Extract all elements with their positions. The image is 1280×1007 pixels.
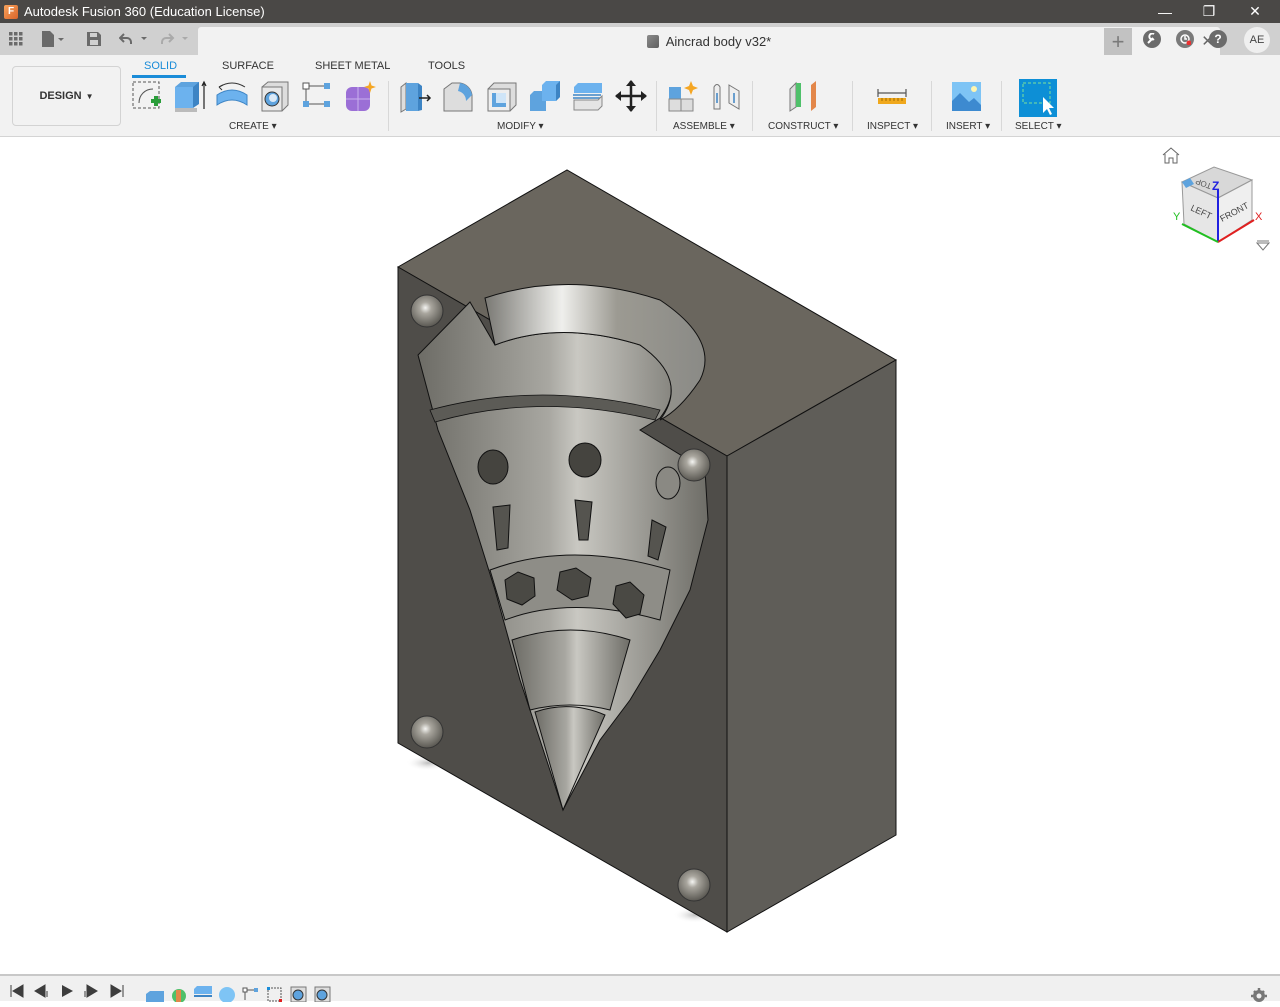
window-title: Autodesk Fusion 360 (Education License)	[24, 4, 265, 19]
fusion-logo-icon: F	[4, 4, 18, 19]
user-avatar[interactable]: AE	[1244, 27, 1270, 53]
construct-menu[interactable]: CONSTRUCT ▾	[768, 121, 838, 132]
tab-bar: Aincrad body v32* ✕	[0, 23, 1280, 55]
apps-grid-icon[interactable]	[9, 29, 23, 49]
round-hole	[568, 442, 602, 478]
joint-button[interactable]	[711, 79, 745, 113]
play-button[interactable]	[60, 984, 74, 1001]
inspect-menu[interactable]: INSPECT ▾	[867, 121, 918, 132]
tab-sheet-metal[interactable]: SHEET METAL	[315, 60, 390, 72]
insert-image-button[interactable]	[950, 79, 984, 113]
design-document-icon	[646, 34, 659, 48]
select-menu[interactable]: SELECT ▾	[1015, 121, 1062, 132]
timeline-hole-icon[interactable]	[314, 984, 332, 1003]
separator	[931, 81, 932, 131]
timeline-split-icon[interactable]	[194, 984, 212, 1002]
new-component-button[interactable]	[667, 79, 701, 113]
z-axis-label: Z	[1212, 179, 1219, 193]
restore-button[interactable]: ❐	[1186, 0, 1232, 23]
undo-icon[interactable]	[119, 29, 149, 49]
extrude-button[interactable]	[173, 79, 207, 113]
alignment-pin	[410, 715, 444, 749]
go-to-end-button[interactable]	[110, 984, 124, 1001]
timeline-sphere-icon[interactable]	[218, 984, 236, 1003]
separator	[656, 81, 657, 131]
timeline-extrude-icon[interactable]	[146, 984, 164, 1002]
timeline-bar	[0, 974, 1280, 1003]
extensions-icon[interactable]	[1143, 30, 1161, 48]
viewcube-menu-icon[interactable]	[1255, 239, 1271, 257]
go-to-start-button[interactable]	[10, 984, 24, 1001]
create-form-button[interactable]	[343, 79, 377, 113]
model-render[interactable]	[0, 138, 1280, 974]
ribbon-toolbar: DESIGN ▼ SOLID SURFACE SHEET METAL TOOLS…	[0, 55, 1280, 137]
y-axis-label: Y	[1173, 211, 1181, 223]
new-tab-button[interactable]: +	[1104, 28, 1132, 55]
move-copy-button[interactable]	[614, 79, 648, 113]
next-step-button[interactable]	[84, 984, 98, 1001]
file-menu-button[interactable]	[41, 29, 65, 49]
document-tab[interactable]: Aincrad body v32* ✕	[198, 27, 1220, 55]
timeline-form-icon[interactable]	[170, 984, 188, 1003]
create-sketch-button[interactable]	[131, 79, 165, 113]
active-tab-indicator	[132, 75, 186, 78]
split-face-button[interactable]	[571, 79, 605, 113]
press-pull-button[interactable]	[399, 79, 433, 113]
shell-button[interactable]	[485, 79, 519, 113]
timeline-pattern-icon[interactable]	[242, 984, 260, 1002]
job-status-icon[interactable]	[1176, 30, 1194, 48]
revolve-button[interactable]	[215, 79, 249, 113]
modify-menu[interactable]: MODIFY ▾	[497, 121, 544, 132]
title-bar: F Autodesk Fusion 360 (Education License…	[0, 0, 1280, 23]
close-window-button[interactable]: ✕	[1232, 0, 1278, 23]
separator	[1001, 81, 1002, 131]
timeline-hole-icon[interactable]	[290, 984, 308, 1003]
chevron-down-icon: ▼	[85, 91, 94, 101]
assemble-menu[interactable]: ASSEMBLE ▾	[673, 121, 735, 132]
help-icon[interactable]: ?	[1209, 30, 1227, 48]
window-select-button[interactable]	[1019, 79, 1057, 117]
alignment-pin	[410, 294, 444, 328]
canvas-viewport[interactable]: TOP LEFT FRONT Z X Y	[0, 138, 1280, 974]
x-axis-label: X	[1255, 211, 1263, 223]
redo-icon[interactable]	[160, 29, 190, 49]
measure-button[interactable]	[875, 79, 909, 113]
round-hole	[655, 466, 681, 500]
timeline-settings-gear-icon[interactable]	[1250, 984, 1268, 1002]
block-right-face	[726, 359, 897, 933]
fillet-button[interactable]	[441, 79, 475, 113]
alignment-pin	[677, 868, 711, 902]
combine-button[interactable]	[528, 79, 562, 113]
timeline-sketch-icon[interactable]	[266, 984, 284, 1002]
minimize-button[interactable]: —	[1142, 0, 1188, 23]
separator	[752, 81, 753, 131]
offset-plane-button[interactable]	[787, 79, 821, 113]
separator	[388, 81, 389, 131]
round-hole	[477, 449, 509, 485]
document-title: Aincrad body v32*	[665, 33, 772, 49]
viewcube[interactable]: TOP LEFT FRONT Z X Y	[1172, 162, 1264, 257]
workspace-label: DESIGN	[39, 90, 82, 102]
lower-cone	[511, 629, 631, 711]
create-menu[interactable]: CREATE ▾	[229, 121, 277, 132]
separator	[852, 81, 853, 131]
tab-surface[interactable]: SURFACE	[222, 60, 274, 72]
previous-step-button[interactable]	[34, 984, 48, 1001]
hole-button[interactable]	[258, 79, 292, 113]
save-icon[interactable]	[87, 29, 101, 49]
alignment-pin	[677, 448, 711, 482]
tab-solid[interactable]: SOLID	[144, 60, 177, 72]
tab-tools[interactable]: TOOLS	[428, 60, 465, 72]
workspace-switcher[interactable]: DESIGN ▼	[12, 66, 121, 126]
insert-menu[interactable]: INSERT ▾	[946, 121, 990, 132]
pattern-button[interactable]	[300, 79, 334, 113]
